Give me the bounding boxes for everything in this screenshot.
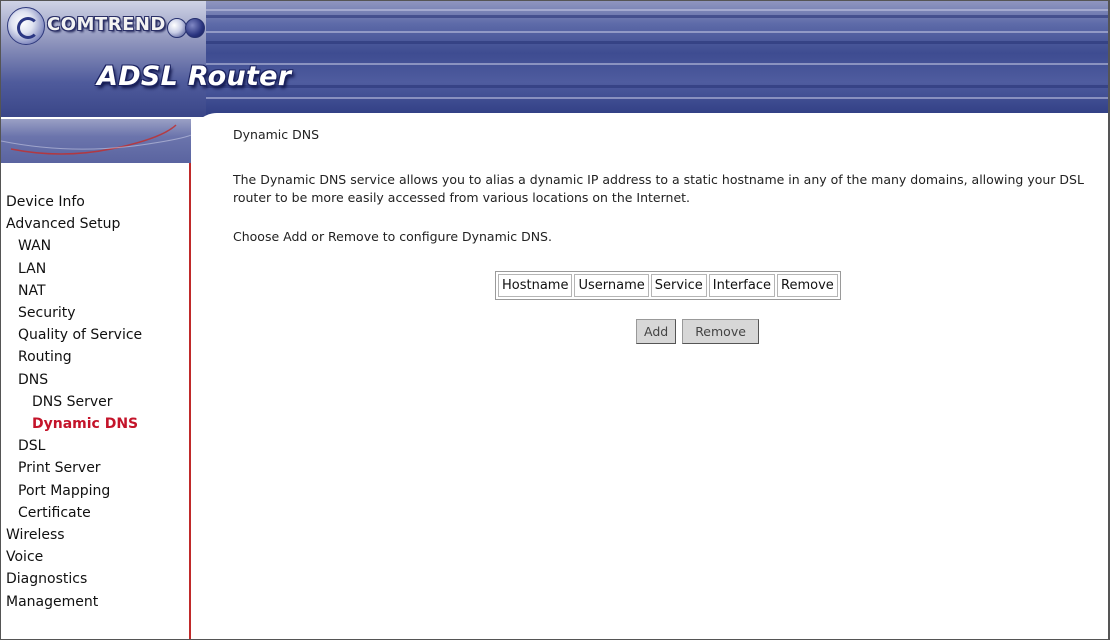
nav-wan[interactable]: WAN (1, 235, 189, 257)
column-header-username: Username (574, 274, 649, 297)
action-buttons: Add Remove (636, 319, 761, 344)
main-content: Dynamic DNS The Dynamic DNS service allo… (233, 127, 1108, 344)
sidebar-nav: Device Info Advanced Setup WAN LAN NAT S… (1, 163, 191, 639)
nav-print-server[interactable]: Print Server (1, 457, 189, 479)
banner-stripe (161, 15, 1108, 18)
nav-advanced-setup[interactable]: Advanced Setup (1, 213, 189, 235)
nav-dns-server[interactable]: DNS Server (1, 391, 189, 413)
remove-button[interactable]: Remove (682, 319, 759, 344)
nav-voice[interactable]: Voice (1, 546, 189, 568)
column-header-remove: Remove (777, 274, 838, 297)
nav-dsl[interactable]: DSL (1, 435, 189, 457)
nav-security[interactable]: Security (1, 302, 189, 324)
banner-stripe (161, 31, 1108, 33)
table-header-row: Hostname Username Service Interface Remo… (498, 274, 838, 297)
swoosh-graphic (1, 119, 191, 163)
dynamic-dns-table: Hostname Username Service Interface Remo… (495, 271, 841, 300)
nav-diagnostics[interactable]: Diagnostics (1, 568, 189, 590)
banner-stripe (161, 97, 1108, 99)
nav-nat[interactable]: NAT (1, 280, 189, 302)
column-header-hostname: Hostname (498, 274, 573, 297)
comtrend-logo-icon (7, 7, 45, 45)
logo-dot-icon (185, 18, 205, 38)
nav-routing[interactable]: Routing (1, 346, 189, 368)
banner-stripe (161, 85, 1108, 88)
nav-lan[interactable]: LAN (1, 258, 189, 280)
header-banner: COMTREND ADSL Router (1, 1, 1108, 117)
nav-wireless[interactable]: Wireless (1, 524, 189, 546)
logo-dot-icon (167, 18, 187, 38)
banner-stripe (161, 41, 1108, 44)
nav-dynamic-dns[interactable]: Dynamic DNS (1, 413, 189, 435)
nav-device-info[interactable]: Device Info (1, 191, 189, 213)
banner-stripe (161, 63, 1108, 65)
page-description: The Dynamic DNS service allows you to al… (233, 172, 1084, 205)
router-frame: COMTREND ADSL Router Device Info Advance… (0, 0, 1110, 640)
banner-stripe (161, 9, 1108, 11)
column-header-interface: Interface (708, 274, 775, 297)
add-button[interactable]: Add (636, 319, 677, 344)
nav-certificate[interactable]: Certificate (1, 502, 189, 524)
page-title: Dynamic DNS (233, 127, 320, 142)
instruction-text: Choose Add or Remove to configure Dynami… (233, 229, 552, 244)
product-title: ADSL Router (97, 61, 292, 92)
brand-name: COMTREND (47, 14, 166, 35)
nav-management[interactable]: Management (1, 591, 189, 613)
column-header-service: Service (650, 274, 707, 297)
logo-area: COMTREND (1, 1, 206, 117)
nav-dns[interactable]: DNS (1, 369, 189, 391)
nav-port-mapping[interactable]: Port Mapping (1, 480, 189, 502)
nav-quality-of-service[interactable]: Quality of Service (1, 324, 189, 346)
